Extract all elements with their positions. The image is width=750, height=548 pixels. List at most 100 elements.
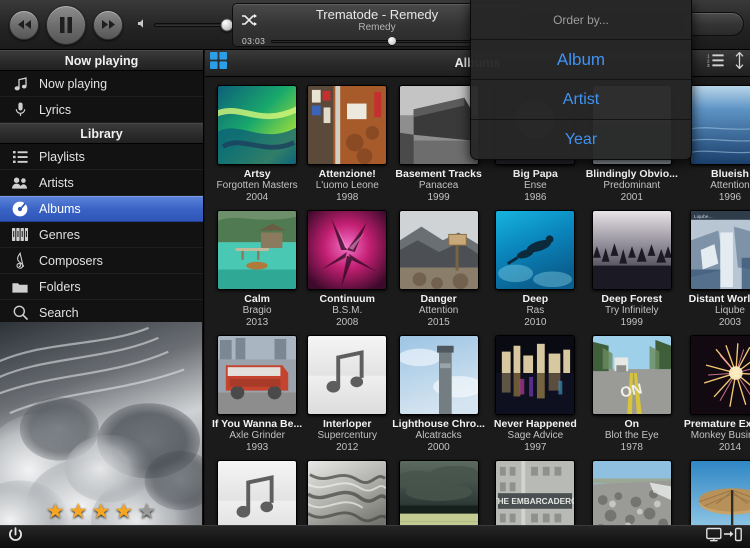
album-art-vacay: [690, 461, 750, 525]
album-cell[interactable]: Deep Ras 2010: [488, 208, 583, 333]
rating-stars[interactable]: ★ ★ ★ ★ ★: [0, 501, 202, 522]
album-cover: Liqube...: [689, 210, 750, 290]
album-year: 2013: [245, 317, 269, 328]
album-cell[interactable]: Never Happened Sage Advice 1997: [488, 333, 583, 458]
album-title: If You Wanna Be...: [212, 418, 303, 430]
seek-knob[interactable]: [387, 37, 396, 45]
power-icon[interactable]: [8, 526, 23, 548]
album-art-placeholder: [308, 336, 387, 414]
pause-button[interactable]: [46, 4, 86, 45]
fast-forward-button[interactable]: [93, 9, 123, 40]
sidebar-item-artists[interactable]: Artists: [0, 170, 203, 196]
sort-order-icon[interactable]: 123: [707, 53, 724, 73]
genres-icon: [10, 228, 30, 241]
album-title: Interloper: [323, 418, 372, 430]
sidebar-label: Lyrics: [39, 102, 72, 117]
album-cell[interactable]: Interloper Supercentury 2012: [305, 333, 389, 458]
sidebar-label: Composers: [39, 253, 103, 268]
sidebar-item-folders[interactable]: Folders: [0, 274, 203, 300]
sidebar-label: Folders: [39, 279, 81, 294]
search-icon: [10, 305, 30, 320]
album-cell[interactable]: Lighthouse Chro... Alcatracks 2000: [389, 333, 488, 458]
sidebar-header-library: Library: [0, 123, 203, 144]
album-artist: Predominant: [603, 180, 661, 191]
album-cell[interactable]: Premature Explo... Monkey Business 2014: [681, 333, 750, 458]
sidebar-item-albums[interactable]: Albums: [0, 196, 203, 222]
order-by-option-year[interactable]: Year: [471, 120, 691, 159]
sidebar-item-composers[interactable]: Composers: [0, 248, 203, 274]
album-title: Basement Tracks: [395, 168, 482, 180]
album-cover: [398, 335, 479, 415]
sidebar-item-genres[interactable]: Genres: [0, 222, 203, 248]
album-year: 1999: [427, 192, 450, 203]
album-cell[interactable]: ON On Blot the Eye 1978: [583, 333, 681, 458]
album-year: 1997: [524, 442, 547, 453]
album-art-lighthouse: [399, 336, 478, 414]
order-by-option-album[interactable]: Album: [471, 40, 691, 80]
album-cover: [398, 210, 479, 290]
album-art-distant: Liqube...: [690, 211, 750, 289]
album-cell[interactable]: Deep Forest Try Infinitely 1999: [583, 208, 681, 333]
album-cover: [398, 85, 479, 165]
album-artist: Ense: [523, 180, 547, 191]
album-art-deepforest: [592, 211, 671, 289]
sidebar-label: Albums: [39, 202, 81, 216]
elapsed-time: 03:03: [242, 36, 266, 46]
album-cover: [495, 335, 576, 415]
album-title: Big Papa: [512, 168, 558, 180]
sidebar: Now playing Now playing Lyrics Library P…: [0, 50, 204, 525]
album-title: Artsy: [243, 168, 271, 180]
rewind-button[interactable]: [9, 9, 39, 40]
album-cover: [689, 335, 750, 415]
album-cover: [217, 85, 298, 165]
rating-star-1[interactable]: ★: [46, 501, 65, 522]
album-cell[interactable]: There: [583, 458, 681, 525]
album-cell[interactable]: Storm: [389, 458, 488, 525]
album-cell[interactable]: THE EMBARCADERO The Embarcadero: [488, 458, 583, 525]
album-art-artsy: [218, 86, 297, 164]
album-cell[interactable]: Attenzione! L'uomo Leone 1998: [305, 83, 389, 208]
volume-slider[interactable]: [154, 18, 234, 31]
now-playing-artwork[interactable]: ★ ★ ★ ★ ★: [0, 322, 202, 525]
rating-star-2[interactable]: ★: [69, 501, 88, 522]
album-cell[interactable]: Rampage: [209, 458, 305, 525]
cast-icon[interactable]: [706, 527, 742, 547]
album-year: 2012: [336, 442, 359, 453]
album-cover: [217, 335, 298, 415]
album-cell[interactable]: Artsy Forgotten Masters 2004: [209, 83, 305, 208]
album-cover: [307, 85, 388, 165]
sidebar-item-lyrics[interactable]: Lyrics: [0, 97, 203, 123]
order-by-option-artist[interactable]: Artist: [471, 80, 691, 120]
album-cell[interactable]: Danger Attention 2015: [389, 208, 488, 333]
album-cover: THE EMBARCADERO: [495, 460, 576, 525]
status-bar: [0, 525, 750, 548]
resize-icon[interactable]: [735, 51, 744, 74]
album-cover: [307, 335, 388, 415]
album-art-remedy: [308, 461, 387, 525]
album-title: Continuum: [319, 293, 375, 305]
album-cell[interactable]: Continuum B.S.M. 2008: [305, 208, 389, 333]
speaker-low-icon: [137, 16, 149, 34]
sidebar-item-playlists[interactable]: Playlists: [0, 144, 203, 170]
album-year: 2015: [427, 317, 450, 328]
album-year: 2008: [336, 317, 359, 328]
rating-star-5[interactable]: ★: [137, 501, 156, 522]
sidebar-label: Artists: [39, 175, 74, 190]
album-artist: Liqube: [714, 305, 745, 316]
album-cell[interactable]: Vacay: [681, 458, 750, 525]
sidebar-item-now-playing[interactable]: Now playing: [0, 71, 203, 97]
album-cell[interactable]: Calm Bragio 2013: [209, 208, 305, 333]
album-artist: Panacea: [418, 180, 459, 191]
shuffle-icon[interactable]: [242, 13, 257, 31]
album-cell[interactable]: Liqube... Distant Worlds... Liqube 2003: [681, 208, 750, 333]
order-by-panel: Order by... Album Artist Year: [470, 0, 692, 160]
rating-star-4[interactable]: ★: [114, 501, 133, 522]
rating-star-3[interactable]: ★: [92, 501, 111, 522]
album-artist: Bragio: [242, 305, 272, 316]
album-cell[interactable]: Remedy: [305, 458, 389, 525]
music-note-icon: [10, 76, 30, 91]
album-cover: [689, 85, 750, 165]
album-cell[interactable]: If You Wanna Be... Axle Grinder 1993: [209, 333, 305, 458]
sidebar-header-now-playing: Now playing: [0, 50, 203, 71]
disc-icon: [10, 201, 30, 217]
